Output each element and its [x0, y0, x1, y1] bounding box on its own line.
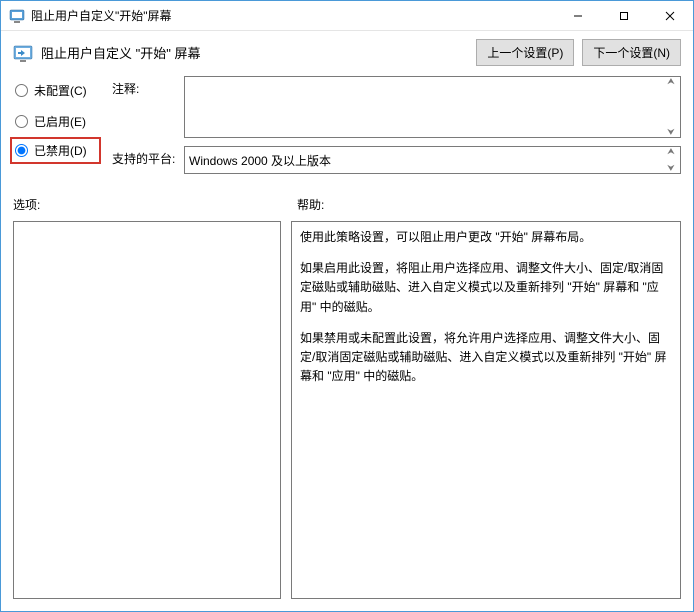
window-controls	[555, 1, 693, 30]
maximize-button[interactable]	[601, 1, 647, 30]
radio-disabled[interactable]: 已禁用(D)	[10, 137, 101, 164]
panels-row: 使用此策略设置，可以阻止用户更改 "开始" 屏幕布局。 如果启用此设置，将阻止用…	[1, 217, 693, 611]
comment-textarea[interactable]: ⮝⮟	[184, 76, 681, 138]
radio-disabled-label: 已禁用(D)	[34, 142, 87, 159]
header: 阻止用户自定义 "开始" 屏幕 上一个设置(P) 下一个设置(N)	[1, 31, 693, 72]
next-setting-button[interactable]: 下一个设置(N)	[582, 39, 681, 66]
minimize-button[interactable]	[555, 1, 601, 30]
radio-not-configured-label: 未配置(C)	[34, 82, 87, 99]
help-panel: 使用此策略设置，可以阻止用户更改 "开始" 屏幕布局。 如果启用此设置，将阻止用…	[291, 221, 681, 599]
nav-buttons: 上一个设置(P) 下一个设置(N)	[476, 39, 681, 66]
radio-disabled-input[interactable]	[15, 144, 28, 157]
options-panel	[13, 221, 281, 599]
radio-enabled-input[interactable]	[15, 115, 28, 128]
app-icon	[9, 8, 25, 24]
policy-icon	[13, 43, 33, 63]
panel-labels: 选项: 帮助:	[1, 174, 693, 217]
policy-editor-window: 阻止用户自定义"开始"屏幕 阻止用户自定义 "开始" 屏幕 上一个设置(	[0, 0, 694, 612]
window-title: 阻止用户自定义"开始"屏幕	[31, 7, 555, 24]
comment-label: 注释:	[112, 76, 176, 138]
titlebar: 阻止用户自定义"开始"屏幕	[1, 1, 693, 31]
help-paragraph: 如果启用此设置，将阻止用户选择应用、调整文件大小、固定/取消固定磁贴或辅助磁贴、…	[300, 259, 672, 317]
radio-not-configured-input[interactable]	[15, 84, 28, 97]
help-paragraph: 如果禁用或未配置此设置，将允许用户选择应用、调整文件大小、固定/取消固定磁贴或辅…	[300, 329, 672, 387]
close-button[interactable]	[647, 1, 693, 30]
help-label: 帮助:	[297, 196, 681, 213]
radio-enabled-label: 已启用(E)	[34, 113, 86, 130]
platform-value: Windows 2000 及以上版本	[189, 152, 331, 169]
options-label: 选项:	[13, 196, 297, 213]
state-radio-group: 未配置(C) 已启用(E) 已禁用(D)	[13, 76, 98, 174]
radio-not-configured[interactable]: 未配置(C)	[13, 80, 98, 101]
platform-scroll-icon: ⮝⮟	[664, 147, 678, 173]
fields-column: 注释: ⮝⮟ 支持的平台: Windows 2000 及以上版本 ⮝⮟	[112, 76, 681, 174]
help-paragraph: 使用此策略设置，可以阻止用户更改 "开始" 屏幕布局。	[300, 228, 672, 247]
supported-platforms-box: Windows 2000 及以上版本 ⮝⮟	[184, 146, 681, 174]
comment-scroll-icon: ⮝⮟	[664, 77, 678, 137]
radio-enabled[interactable]: 已启用(E)	[13, 111, 98, 132]
config-area: 未配置(C) 已启用(E) 已禁用(D) 注释: ⮝⮟ 支持的平台: Windo…	[1, 72, 693, 174]
previous-setting-button[interactable]: 上一个设置(P)	[476, 39, 574, 66]
platform-label: 支持的平台:	[112, 146, 176, 174]
policy-title: 阻止用户自定义 "开始" 屏幕	[41, 43, 476, 62]
